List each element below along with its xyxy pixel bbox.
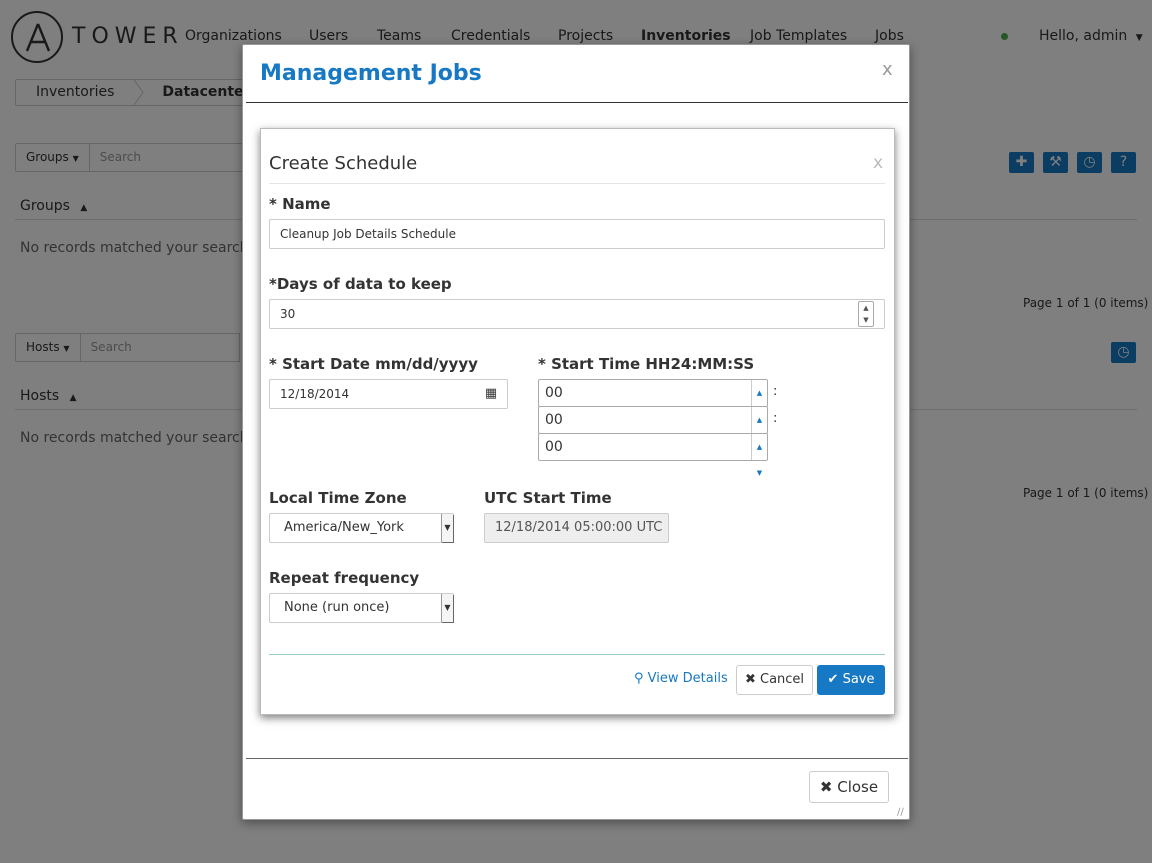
view-details-link[interactable]: ⚲ View Details — [634, 671, 728, 686]
modal-header-divider — [246, 102, 908, 103]
hour-spinner[interactable]: ▲▼ — [751, 380, 767, 423]
spin-up-icon: ▲ — [756, 389, 763, 397]
second-value: 00 — [545, 439, 563, 455]
dialog-close-icon[interactable]: x — [873, 153, 883, 173]
days-value: 30 — [280, 307, 296, 321]
timezone-select[interactable]: America/New_York ▼ — [269, 513, 454, 543]
start-date-label: * Start Date mm/dd/yyyy — [269, 355, 478, 373]
view-details-label: View Details — [647, 671, 728, 686]
hour-value: 00 — [545, 385, 563, 401]
start-date-input[interactable]: 12/18/2014 — [269, 379, 476, 409]
days-label: *Days of data to keep — [269, 275, 452, 293]
close-button-label: Close — [837, 778, 879, 796]
dialog-header-divider — [269, 183, 885, 184]
spin-down-icon: ▼ — [756, 469, 763, 477]
repeat-label: Repeat frequency — [269, 569, 420, 587]
check-icon: ✔ — [827, 672, 839, 687]
calendar-icon[interactable]: ▦ — [475, 379, 508, 409]
name-label: * Name — [269, 195, 331, 213]
timezone-value: America/New_York — [284, 520, 404, 535]
hour-input[interactable]: 00 ▲▼ — [538, 379, 768, 423]
spin-up-icon: ▲ — [756, 416, 763, 424]
start-time-label: * Start Time HH24:MM:SS — [538, 355, 755, 373]
cancel-label: Cancel — [760, 672, 805, 687]
repeat-select[interactable]: None (run once) ▼ — [269, 593, 454, 623]
name-input[interactable]: Cleanup Job Details Schedule — [269, 219, 885, 249]
close-icon: ✖ — [744, 672, 756, 687]
minute-input[interactable]: 00 ▲▼ — [538, 406, 768, 450]
minute-spinner[interactable]: ▲▼ — [751, 407, 767, 450]
save-button[interactable]: ✔ Save — [817, 665, 885, 695]
close-icon: ✖ — [819, 778, 833, 796]
second-spinner[interactable]: ▲ ▼ — [751, 434, 767, 477]
days-spinner[interactable]: ▲ ▼ — [858, 301, 874, 327]
dialog-title: Create Schedule — [269, 153, 418, 174]
cancel-button[interactable]: ✖ Cancel — [736, 665, 813, 695]
search-plus-icon: ⚲ — [634, 671, 644, 686]
resize-grip-icon[interactable]: ∕∕ — [897, 807, 904, 818]
select-arrow-icon: ▼ — [441, 514, 453, 542]
spin-down-icon: ▼ — [863, 316, 869, 324]
create-schedule-dialog: Create Schedule x * Name Cleanup Job Det… — [260, 128, 895, 715]
close-button[interactable]: ✖ Close — [809, 771, 889, 803]
days-input[interactable]: 30 — [269, 299, 885, 329]
minute-value: 00 — [545, 412, 563, 428]
time-colon: : — [773, 384, 778, 399]
spin-up-icon: ▲ — [863, 304, 869, 312]
time-colon: : — [773, 411, 778, 426]
select-arrow-icon: ▼ — [441, 594, 453, 622]
repeat-value: None (run once) — [284, 600, 390, 615]
spin-up-icon: ▲ — [756, 443, 763, 451]
modal-title: Management Jobs — [260, 61, 482, 86]
timezone-label: Local Time Zone — [269, 489, 407, 507]
utc-start-label: UTC Start Time — [484, 489, 612, 507]
save-label: Save — [842, 672, 875, 687]
dialog-footer-divider — [269, 654, 885, 655]
second-input[interactable]: 00 ▲ ▼ — [538, 433, 768, 477]
modal-close-icon[interactable]: x — [882, 59, 893, 80]
modal-footer-divider — [246, 758, 908, 759]
utc-start-field: 12/18/2014 05:00:00 UTC — [484, 513, 669, 543]
